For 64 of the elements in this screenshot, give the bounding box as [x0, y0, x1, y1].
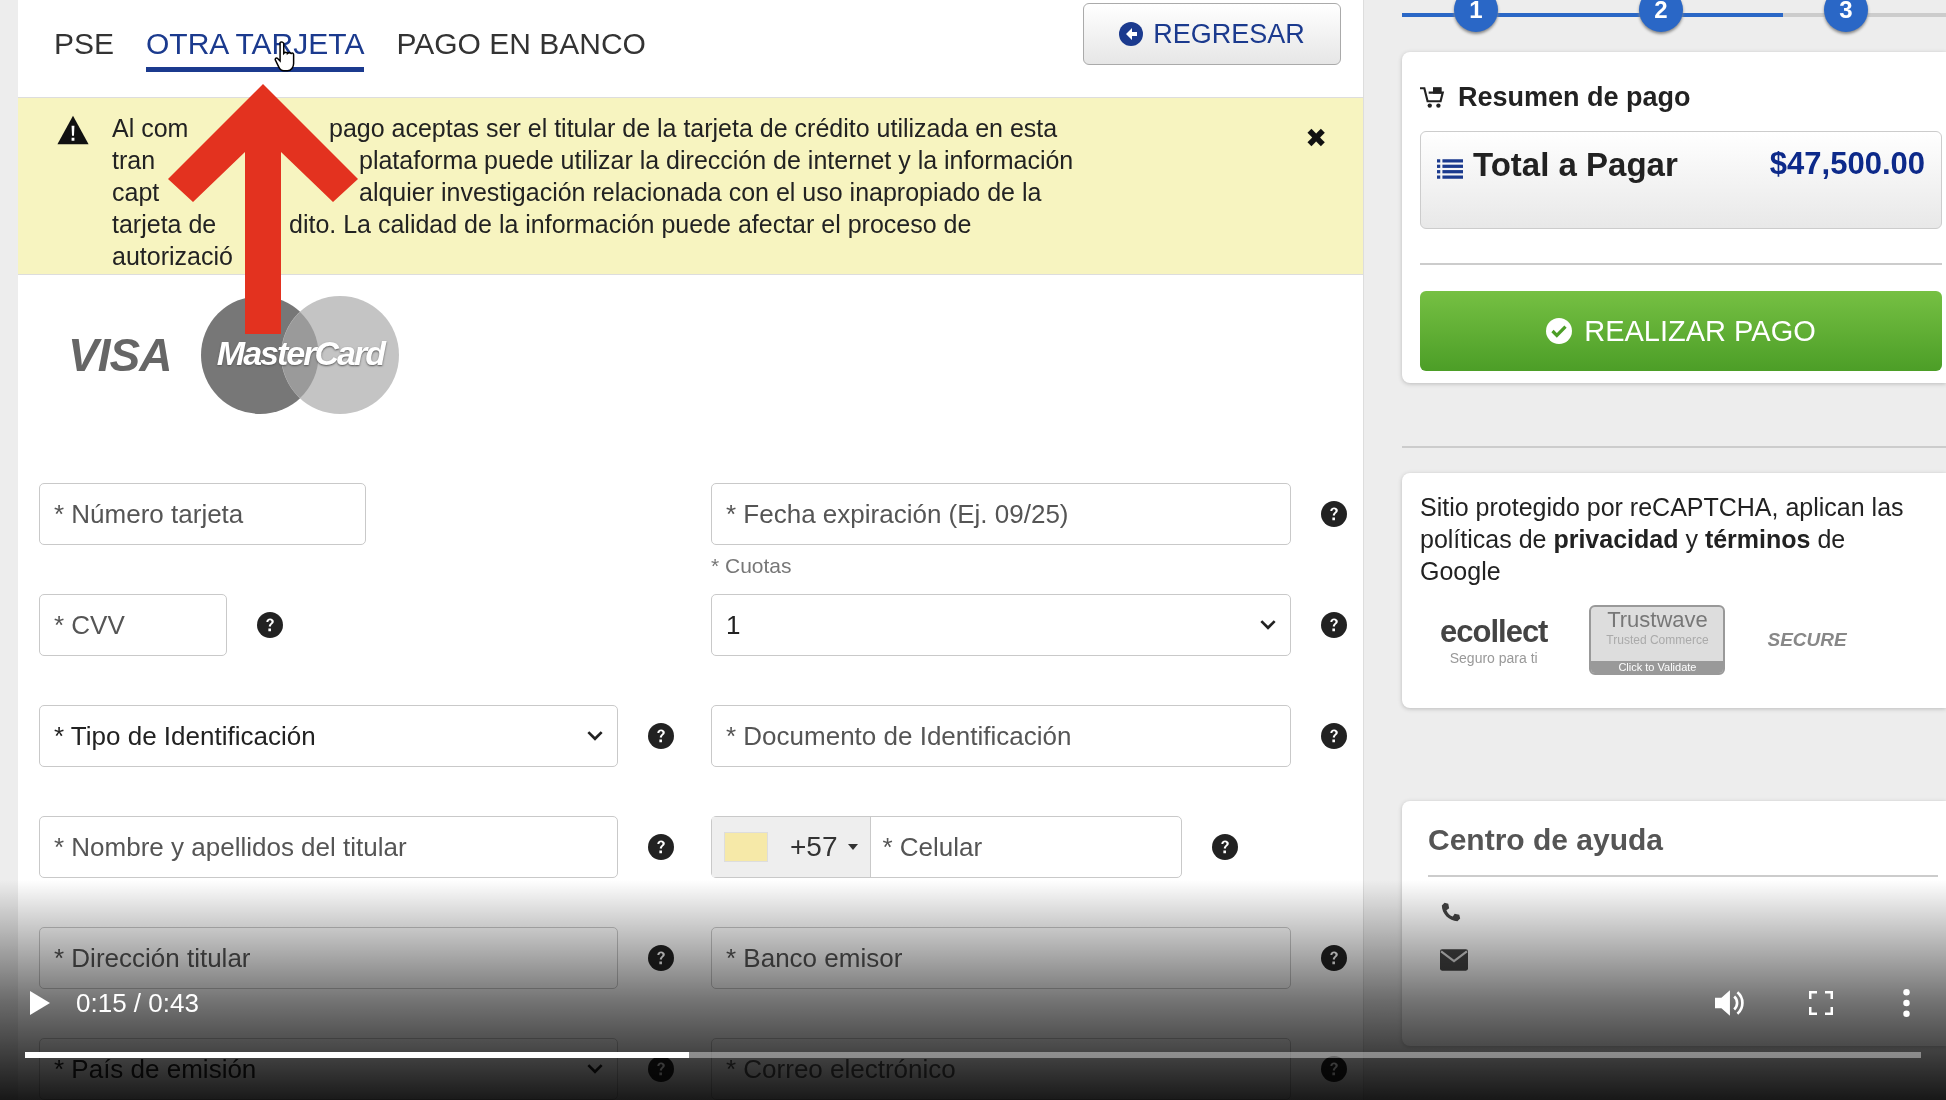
notice-text: tarjeta de	[112, 209, 217, 240]
help-icon[interactable]	[648, 1056, 674, 1082]
select-field[interactable]: 1	[711, 594, 1291, 656]
play-button[interactable]	[30, 991, 50, 1015]
help-icon[interactable]	[648, 945, 674, 971]
caret-icon	[847, 844, 858, 850]
secure-logo: SECURE	[1767, 629, 1847, 651]
step-number: 1	[1454, 0, 1498, 32]
field-label: * Cuotas	[711, 554, 792, 578]
notice-text: alquier investigación relacionada con el uso inapropiado de la	[359, 177, 1042, 208]
help-icon[interactable]	[257, 612, 283, 638]
tab[interactable]: PSE	[54, 0, 115, 72]
help-icon[interactable]	[1321, 1056, 1347, 1082]
input-field[interactable]: * Fecha expiración (Ej. 09/25)	[711, 483, 1291, 545]
input-field[interactable]: * Nombre y apellidos del titular	[39, 816, 618, 878]
notice-text: dito. La calidad de la información puede afectar el proceso de	[289, 209, 972, 240]
select-field[interactable]: * Tipo de Identificación	[39, 705, 618, 767]
fullscreen-icon[interactable]	[1809, 991, 1833, 1015]
flag-icon	[724, 832, 768, 862]
notice-text: plataforma puede utilizar la dirección de internet y la información	[359, 145, 1074, 176]
list-icon	[1437, 158, 1463, 180]
check-icon	[1546, 318, 1573, 344]
notice-text: Al com	[112, 113, 189, 144]
input-field[interactable]: * Banco emisor	[711, 927, 1291, 989]
volume-icon[interactable]	[1715, 989, 1747, 1017]
help-icon[interactable]	[1212, 834, 1238, 860]
input-field[interactable]: * CVV	[39, 594, 227, 656]
visa-logo: VISA	[68, 328, 172, 382]
cart-icon	[1420, 86, 1446, 109]
mail-icon[interactable]	[1440, 949, 1468, 971]
notice-text: capt	[112, 177, 160, 208]
mastercard-logo: MasterCard	[201, 296, 400, 414]
video-time: 0:15 / 0:43	[76, 987, 199, 1019]
help-icon[interactable]	[1321, 612, 1347, 638]
notice-text: autorizació	[112, 241, 233, 272]
input-field[interactable]: * Número tarjeta	[39, 483, 366, 545]
more-icon[interactable]	[1903, 989, 1910, 1017]
input-field[interactable]: * Dirección titular	[39, 927, 618, 989]
step-number: 2	[1639, 0, 1683, 32]
country-code[interactable]: +57	[790, 831, 838, 863]
warning-icon	[56, 114, 90, 146]
help-icon[interactable]	[648, 723, 674, 749]
step-number: 3	[1824, 0, 1868, 32]
back-button[interactable]: REGRESAR	[1083, 3, 1341, 65]
phone-field[interactable]: +57 * Celular	[711, 816, 1182, 878]
chevron-icon	[587, 731, 603, 741]
recaptcha-notice: Sitio protegido por reCAPTCHA, aplican las políticas de privacidad y términos de Google	[1420, 492, 1905, 587]
notice-text: tran	[112, 145, 156, 176]
help-icon[interactable]	[1321, 723, 1347, 749]
chevron-icon	[587, 1064, 603, 1074]
ecollect-logo: ecollect Seguro para ti	[1440, 614, 1548, 666]
help-icon[interactable]	[1321, 945, 1347, 971]
notice-text: pago aceptas ser el titular de la tarjeta de crédito utilizada en esta	[329, 113, 1058, 144]
help-icon[interactable]	[1321, 501, 1347, 527]
back-icon	[1119, 22, 1144, 46]
help-icon[interactable]	[648, 834, 674, 860]
tab[interactable]: PAGO EN BANCO	[396, 0, 646, 72]
summary-title: Resumen de pago	[1458, 82, 1691, 113]
phone-icon[interactable]	[1440, 901, 1462, 923]
total-amount: $47,500.00	[1769, 146, 1925, 183]
input-field[interactable]: * Documento de Identificación	[711, 705, 1291, 767]
total-label: Total a Pagar	[1473, 146, 1678, 184]
chevron-icon	[1260, 620, 1276, 630]
help-title: Centro de ayuda	[1428, 823, 1664, 856]
